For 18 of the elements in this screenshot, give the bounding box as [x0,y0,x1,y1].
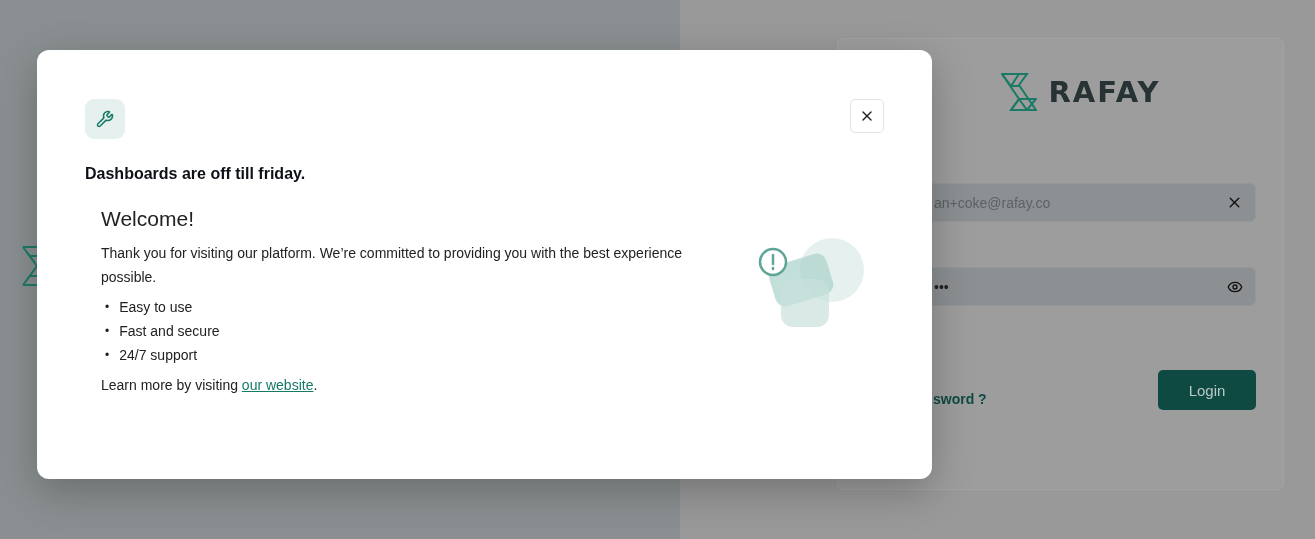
login-button[interactable]: Login [1158,370,1256,410]
feature-item: Easy to use [119,298,193,317]
intro-text: Thank you for visiting our platform. We’re committed to providing you with the best experience possible. [101,244,683,287]
forgot-password-link[interactable]: sword ? [933,391,987,407]
logo-icon [1000,73,1037,111]
password-value: ••• [934,278,949,295]
feature-item: Fast and secure [119,322,220,341]
list-bullet: • [105,347,110,364]
logo-text: RAFAY [1048,75,1161,109]
wrench-icon [96,110,114,128]
list-bullet: • [105,323,110,340]
footer-text: Learn more by visiting our website. [101,376,319,395]
close-button[interactable] [850,99,884,133]
list-bullet: • [105,299,110,316]
modal-title: Dashboards are off till friday. [85,165,307,183]
welcome-heading: Welcome! [101,207,195,231]
logo-icon [22,245,37,286]
feature-item: 24/7 support [119,346,198,365]
